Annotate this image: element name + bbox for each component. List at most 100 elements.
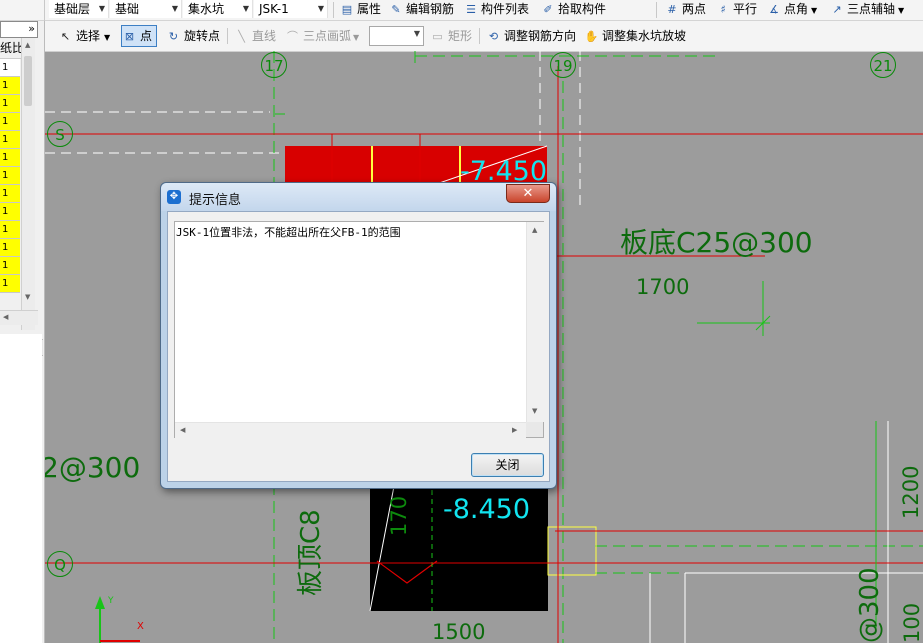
left-panel-horizontal-scrollbar[interactable]: ◀: [0, 310, 38, 325]
hand-icon: ✋: [584, 30, 599, 43]
component-list-icon: ☰: [466, 3, 476, 16]
ucs-arrow-up: [95, 596, 105, 609]
rebar-direction-icon: ⟲: [488, 30, 499, 43]
message-text: JSK-1位置非法，不能超出所在父FB-1的范围: [176, 226, 401, 239]
two-point-axis-label: 两点: [682, 2, 707, 16]
parallel-axis-icon: ♯: [720, 3, 726, 16]
list-item[interactable]: 1: [0, 239, 20, 257]
dimension-170: 170: [387, 495, 411, 536]
list-item[interactable]: 1: [0, 185, 20, 203]
list-item[interactable]: 1: [0, 203, 20, 221]
draw-toolbar: ↖ 选择 ▼ ⊠ 点 ↻ 旋转点 ╲ 直线 ⌒ 三点画弧 ▼ ▼ ▭ 矩形 ⟲ 调整钢筋方向 ✋ 调…: [44, 21, 923, 52]
close-icon: ✕: [522, 186, 534, 201]
chevron-down-icon: ▼: [242, 4, 249, 13]
adjust-rebar-direction-button[interactable]: ⟲ 调整钢筋方向: [486, 26, 576, 46]
floor-select[interactable]: 基础层 ▼: [49, 0, 109, 18]
three-point-axis-button[interactable]: ↗ 三点辅轴 ▼: [830, 0, 904, 19]
scroll-right-icon: ▶: [512, 426, 518, 434]
adjust-pit-slope-label: 调整集水坑放坡: [602, 29, 687, 43]
point-angle-axis-label: 点角: [784, 2, 809, 16]
left-panel-select[interactable]: »: [0, 21, 38, 38]
component-type-select[interactable]: 集水坑 ▼: [183, 0, 253, 18]
list-item[interactable]: 1: [0, 257, 20, 275]
chevron-down-icon: ▼: [898, 6, 905, 15]
list-item[interactable]: 1: [0, 95, 20, 113]
chevron-down-icon: ▼: [317, 4, 324, 13]
ucs-x-label: X: [137, 621, 144, 632]
point-angle-axis-button[interactable]: ∡ 点角 ▼: [767, 0, 817, 19]
axis-label-q: Q: [47, 551, 73, 577]
chevron-down-icon: ▼: [811, 6, 818, 15]
message-vertical-scrollbar[interactable]: ▲ ▼: [526, 222, 544, 422]
scroll-up-icon: ▲: [532, 226, 538, 234]
point-draw-button[interactable]: ⊠ 点: [121, 25, 158, 47]
rect-draw-button[interactable]: ▭ 矩形: [430, 26, 472, 46]
component-list-button[interactable]: ☰ 构件列表: [464, 0, 529, 19]
chevron-down-icon: ▼: [353, 33, 360, 42]
parallel-axis-button[interactable]: ♯ 平行: [716, 0, 757, 19]
edit-rebar-button[interactable]: ✎ 编辑钢筋: [389, 0, 454, 19]
dimension-1500: 1500: [432, 620, 486, 643]
list-item[interactable]: 1: [0, 113, 20, 131]
cursor-arrow-icon: ↖: [60, 30, 71, 43]
properties-button[interactable]: ▤ 属性: [340, 0, 381, 19]
pick-component-icon: ✐: [543, 3, 553, 16]
message-textbox[interactable]: JSK-1位置非法，不能超出所在父FB-1的范围 ▲ ▼ ◀ ▶: [174, 221, 544, 438]
adjust-pit-slope-button[interactable]: ✋ 调整集水坑放坡: [584, 26, 686, 46]
left-panel-column-header: 纸比: [0, 38, 22, 59]
chevron-right-icon: »: [28, 22, 35, 35]
scrollbar-thumb[interactable]: [24, 56, 32, 106]
rotate-point-icon: ↻: [168, 30, 179, 43]
axis-label-21: 21: [870, 52, 896, 78]
pick-component-button[interactable]: ✐ 拾取构件: [541, 0, 606, 19]
arc-draw-button[interactable]: ⌒ 三点画弧 ▼: [285, 26, 359, 46]
properties-label: 属性: [357, 2, 382, 16]
toolbar-divider: [656, 2, 657, 18]
list-item[interactable]: 1: [0, 167, 20, 185]
selection-box[interactable]: [547, 526, 597, 576]
select-button[interactable]: ↖ 选择 ▼: [58, 26, 110, 46]
list-item[interactable]: 1: [0, 221, 20, 239]
chevron-down-icon: ▼: [104, 33, 111, 42]
rebar-label-board-top: 板顶C8: [296, 509, 326, 596]
list-item[interactable]: 1: [0, 131, 20, 149]
list-item[interactable]: 1: [0, 59, 20, 77]
axis-label-s: S: [47, 121, 73, 147]
list-item[interactable]: 1: [0, 275, 20, 293]
axis-label-19: 19: [550, 52, 576, 78]
line-draw-button[interactable]: ╲ 直线: [234, 26, 276, 46]
edit-rebar-icon: ✎: [391, 3, 401, 16]
dimension-1700: 1700: [636, 275, 690, 299]
dialog-title: 提示信息: [189, 193, 242, 208]
point-draw-icon: ⊠: [124, 30, 135, 43]
dialog-titlebar[interactable]: ✥ 提示信息 ✕: [161, 183, 556, 211]
close-button[interactable]: 关闭: [471, 453, 544, 477]
rotate-point-button[interactable]: ↻ 旋转点: [166, 26, 220, 46]
left-panel: » 纸比 1 1 1 1 1 1 1 1 1 1 1 1 1 ▲ ▼ ◀ ǂ ×: [0, 21, 45, 643]
component-type-select-value: 集水坑: [188, 2, 225, 16]
category-select[interactable]: 基础 ▼: [110, 0, 182, 18]
chevron-down-icon: ▼: [171, 4, 178, 13]
message-horizontal-scrollbar[interactable]: ◀ ▶: [175, 422, 526, 438]
top-toolbar: 基础层 ▼ 基础 ▼ 集水坑 ▼ JSK-1 ▼ ▤ 属性 ✎ 编辑钢筋 ☰ 构件列表 ✐ 拾取…: [0, 0, 923, 21]
scroll-down-icon: ▼: [25, 293, 31, 301]
scrollbar-corner: [526, 422, 543, 437]
toolbar-divider: [333, 2, 334, 18]
component-select[interactable]: JSK-1 ▼: [254, 0, 328, 18]
rebar-label-right: @300: [855, 567, 885, 643]
toolbar-divider: [227, 28, 228, 44]
rotate-point-label: 旋转点: [184, 29, 221, 43]
list-item[interactable]: 1: [0, 149, 20, 167]
list-item[interactable]: 1: [0, 77, 20, 95]
axis-label-17: 17: [261, 52, 287, 78]
dialog-close-button[interactable]: ✕: [506, 184, 550, 203]
info-dialog: ✥ 提示信息 ✕ JSK-1位置非法，不能超出所在父FB-1的范围 ▲ ▼ ◀ …: [160, 182, 557, 489]
arc-draw-label: 三点画弧: [303, 29, 352, 43]
arc-options-select[interactable]: ▼: [369, 26, 424, 46]
adjust-rebar-direction-label: 调整钢筋方向: [504, 29, 577, 43]
two-point-axis-button[interactable]: # 两点: [665, 0, 706, 19]
left-panel-vertical-scrollbar[interactable]: ▲ ▼: [21, 38, 35, 330]
dimension-right-bottom: 100: [900, 602, 923, 643]
point-draw-label: 点: [140, 29, 153, 43]
chevron-down-icon: ▼: [98, 4, 105, 13]
